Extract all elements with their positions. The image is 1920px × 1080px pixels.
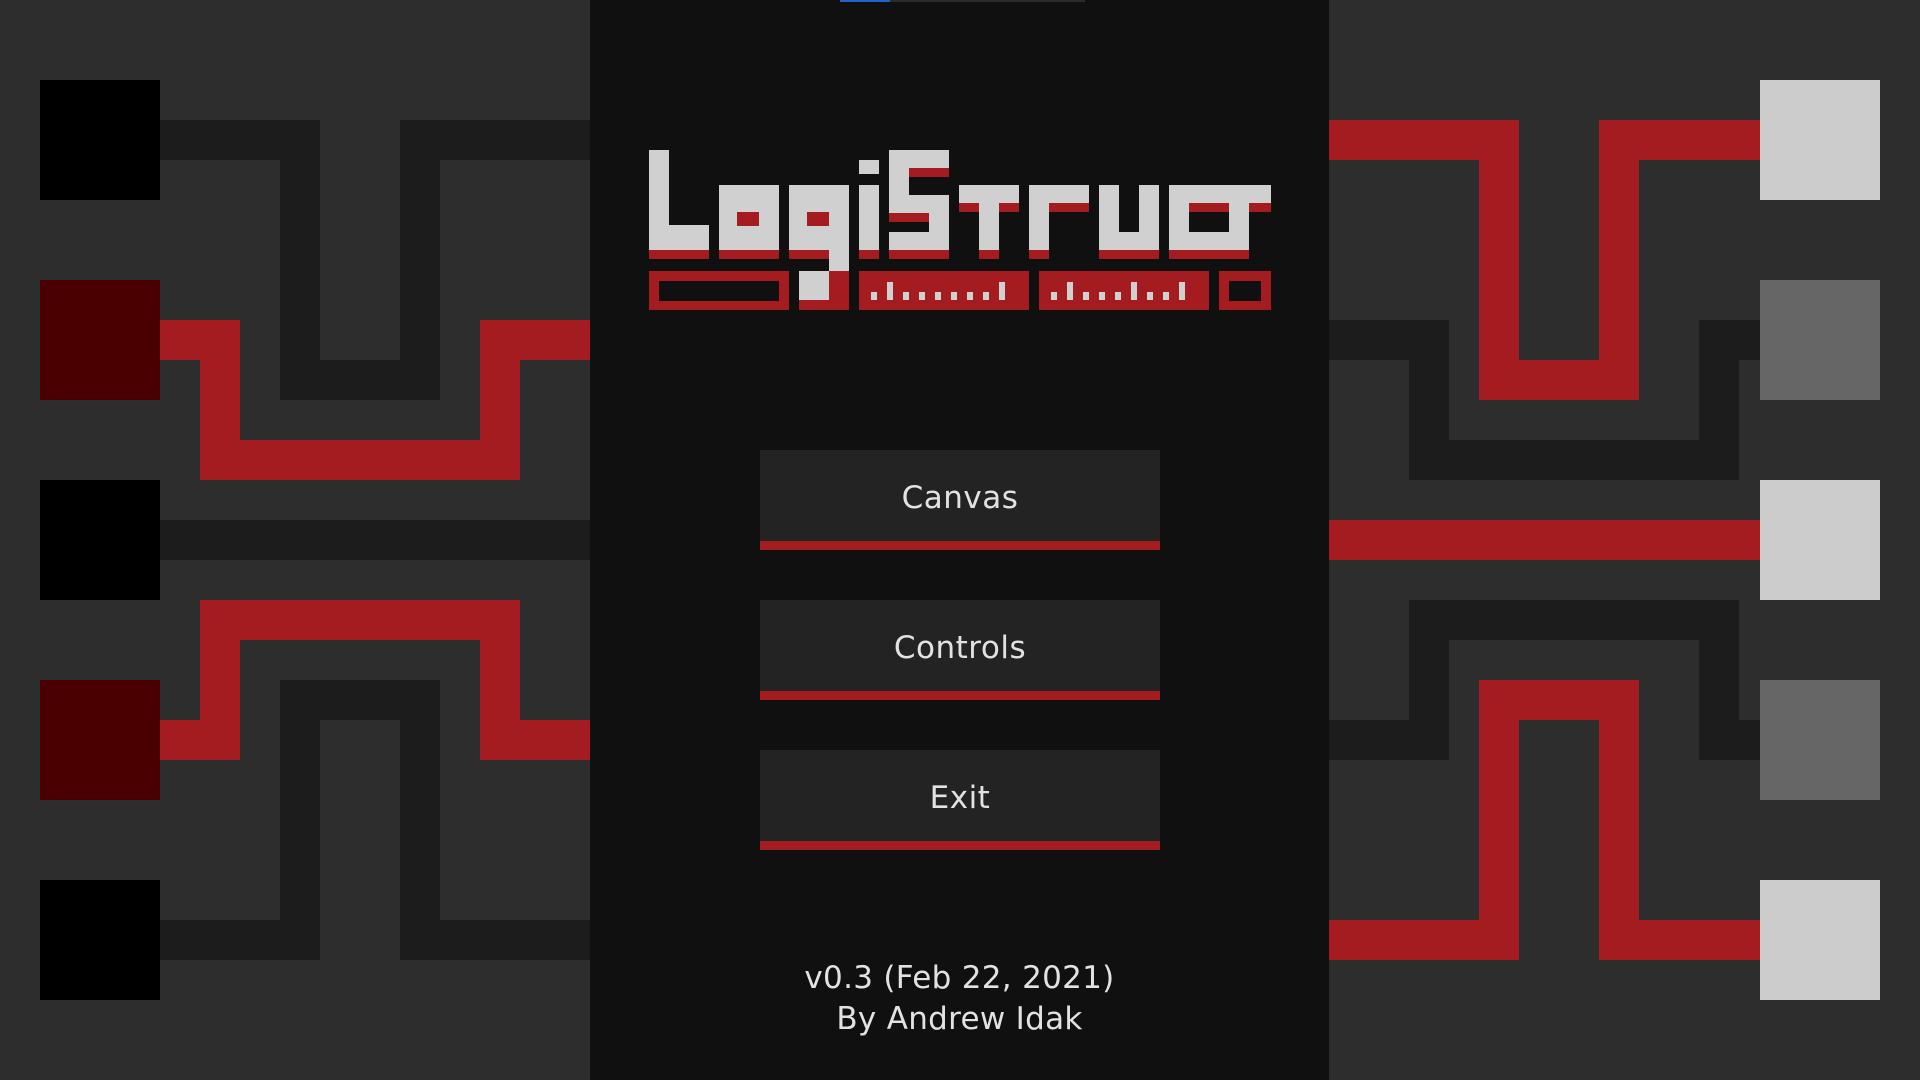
controls-button[interactable]: Controls <box>760 600 1160 700</box>
logistruct-logo <box>649 150 1271 310</box>
right-circuit-graphic <box>1329 80 1880 1000</box>
left-node-2 <box>40 280 160 400</box>
logo-underline-row <box>649 271 1271 310</box>
author-text: By Andrew Idak <box>836 1001 1083 1037</box>
right-node-4 <box>1760 680 1880 800</box>
canvas-button[interactable]: Canvas <box>760 450 1160 550</box>
left-node-4 <box>40 680 160 800</box>
exit-button-label: Exit <box>929 779 991 816</box>
version-text: v0.3 (Feb 22, 2021) <box>804 960 1115 996</box>
logo-letter-s <box>889 150 949 259</box>
logo-letter-t1 <box>959 185 1019 259</box>
top-indicator-accent <box>840 0 890 2</box>
right-node-5 <box>1760 880 1880 1000</box>
logo-letter-r <box>1029 185 1089 259</box>
exit-button[interactable]: Exit <box>760 750 1160 850</box>
left-circuit-graphic <box>40 80 590 1000</box>
left-node-1 <box>40 80 160 200</box>
right-node-2 <box>1760 280 1880 400</box>
controls-button-label: Controls <box>893 629 1027 666</box>
right-node-1 <box>1760 80 1880 200</box>
right-circuit-panel <box>1329 0 1920 1080</box>
footer-info: v0.3 (Feb 22, 2021) By Andrew Idak <box>590 958 1329 1040</box>
logo-letter-u <box>1099 185 1159 259</box>
logo-graphic <box>649 150 1271 310</box>
left-node-5 <box>40 880 160 1000</box>
logo-letter-l <box>649 150 709 259</box>
right-node-3 <box>1760 480 1880 600</box>
logo-letter-i <box>859 160 879 259</box>
left-node-3 <box>40 480 160 600</box>
logo-letter-o <box>719 185 779 259</box>
main-menu-panel: Canvas Controls Exit v0.3 (Feb 22, 2021)… <box>590 0 1329 1080</box>
left-circuit-panel <box>0 0 590 1080</box>
canvas-button-label: Canvas <box>901 479 1019 516</box>
